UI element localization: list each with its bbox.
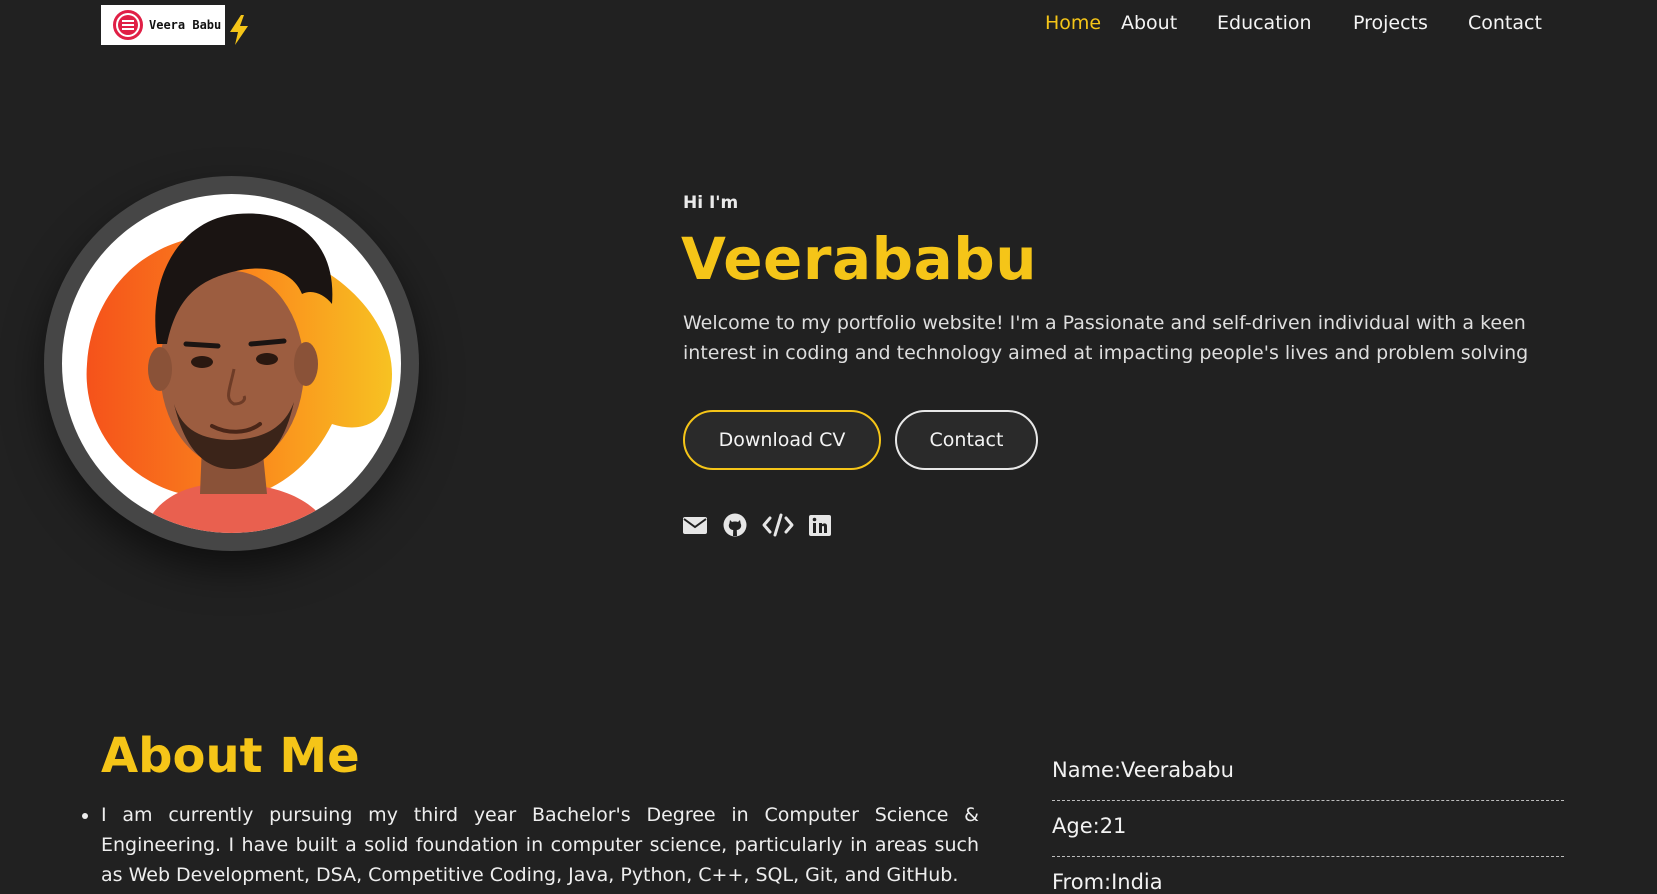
lightning-icon — [230, 15, 248, 45]
portfolio-page: Veera Babu Home About Education Projects… — [0, 0, 1657, 894]
nav-home[interactable]: Home — [1045, 12, 1101, 34]
download-cv-button[interactable]: Download CV — [683, 410, 881, 470]
linkedin-icon[interactable] — [809, 512, 831, 542]
nav-contact[interactable]: Contact — [1468, 12, 1542, 34]
info-divider — [1052, 800, 1564, 801]
profile-illustration — [86, 213, 392, 533]
nav-projects[interactable]: Projects — [1353, 12, 1428, 34]
about-paragraph: I am currently pursuing my third year Ba… — [82, 800, 979, 890]
profile-avatar — [44, 176, 419, 551]
logo-badge-icon — [113, 10, 143, 40]
hero-description: Welcome to my portfolio website! I'm a P… — [683, 312, 1529, 364]
hero-greeting: Hi I'm — [683, 193, 739, 213]
github-icon[interactable] — [723, 512, 747, 542]
contact-button[interactable]: Contact — [895, 410, 1038, 470]
hero-name: Veerababu — [681, 225, 1038, 293]
logo[interactable]: Veera Babu — [101, 5, 225, 45]
profile-photo — [62, 194, 401, 533]
nav-education[interactable]: Education — [1217, 12, 1312, 34]
info-from: From:India — [1052, 870, 1163, 894]
info-name: Name:Veerababu — [1052, 758, 1234, 782]
about-list: I am currently pursuing my third year Ba… — [82, 800, 979, 890]
code-icon[interactable] — [762, 512, 794, 542]
info-divider — [1052, 856, 1564, 857]
about-title: About Me — [101, 728, 360, 784]
envelope-icon[interactable] — [683, 512, 707, 542]
info-age: Age:21 — [1052, 814, 1127, 838]
logo-text: Veera Babu — [149, 18, 222, 32]
nav-about[interactable]: About — [1121, 12, 1177, 34]
